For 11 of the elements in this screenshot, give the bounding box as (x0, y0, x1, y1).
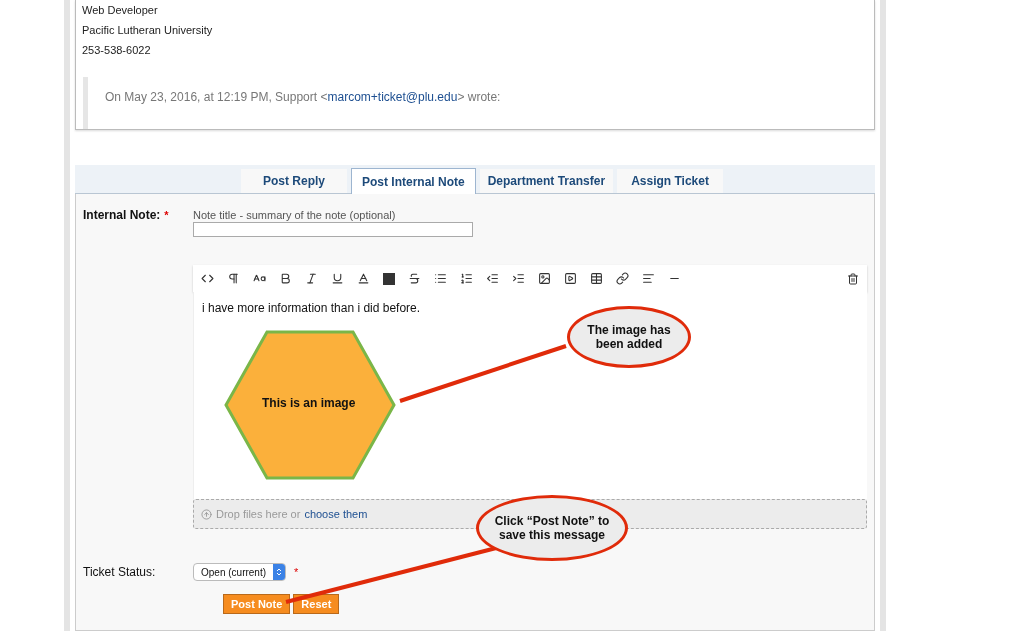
required-mark: * (294, 566, 299, 578)
drop-text: Drop files here or (216, 508, 301, 520)
signature-line: Web Developer (82, 3, 159, 18)
signature-line: 253-538-6022 (82, 43, 152, 58)
editor-text: i have more information than i did before. (202, 301, 422, 315)
field-label: Internal Note: * (83, 208, 170, 224)
image-caption: This is an image (262, 396, 356, 410)
field-label: Ticket Status: (83, 565, 157, 579)
signature-line: Pacific Lutheran University (82, 23, 214, 38)
field-caption: Note title - summary of the note (optional) (193, 209, 397, 221)
quote-text: On May 23, 2016, at 12:19 PM, Support <marcom+ticket@plu.edu> wrote: (105, 90, 501, 104)
